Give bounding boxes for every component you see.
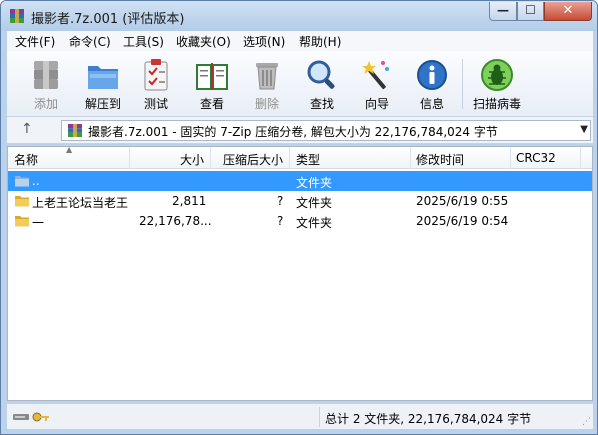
find-button[interactable]: 查找 — [297, 55, 347, 113]
column-type[interactable]: 类型 — [296, 151, 320, 168]
test-label: 测试 — [143, 97, 168, 111]
status-bar: 总计 2 文件夹, 22,176,784,024 字节 ⋰ — [7, 403, 593, 429]
magic-wand-icon — [362, 61, 389, 90]
up-folder-icon[interactable]: ↑ — [21, 121, 33, 137]
row-type: 文件夹 — [296, 196, 333, 210]
resize-grip-icon[interactable]: ⋰ — [582, 417, 591, 427]
status-divider — [319, 407, 320, 427]
menu-help[interactable]: 帮助(H) — [297, 33, 343, 50]
bug-scan-icon — [481, 59, 513, 91]
wizard-label: 向导 — [364, 97, 389, 111]
drive-key-icon[interactable] — [11, 409, 51, 425]
column-header: 名称 ▲ 大小 压缩后大小 类型 修改时间 CRC32 — [8, 145, 592, 169]
row-size: 22,176,78... — [139, 214, 212, 228]
column-divider — [410, 147, 411, 169]
view-button[interactable]: 查看 — [187, 55, 237, 113]
table-row[interactable]: .. 文件夹 — [8, 171, 592, 191]
row-type: 文件夹 — [296, 176, 333, 190]
menu-commands[interactable]: 命令(C) — [67, 33, 113, 50]
menu-tools[interactable]: 工具(S) — [121, 33, 166, 50]
winrar-app-icon[interactable] — [9, 8, 25, 24]
row-type: 文件夹 — [296, 216, 333, 230]
sort-up-icon: ▲ — [66, 145, 73, 154]
add-label: 添加 — [33, 97, 58, 111]
row-size: 2,811 — [172, 194, 207, 208]
column-modified[interactable]: 修改时间 — [416, 151, 464, 168]
column-divider — [580, 147, 581, 169]
column-divider — [210, 147, 211, 169]
table-row[interactable]: 一 22,176,78... ? 文件夹 2025/6/19 0:54 — [8, 211, 592, 231]
window-title: 撮影者.7z.001 (评估版本) — [31, 12, 185, 27]
folder-extract-icon — [88, 66, 118, 89]
virus-scan-button[interactable]: 扫描病毒 — [472, 55, 522, 113]
menu-file[interactable]: 文件(F) — [13, 33, 57, 50]
row-modified: 2025/6/19 0:54 — [416, 214, 509, 228]
view-label: 查看 — [199, 97, 224, 111]
folder-icon — [15, 196, 29, 207]
maximize-icon: ☐ — [525, 3, 536, 17]
checklist-icon — [144, 59, 168, 91]
close-icon: ✕ — [562, 3, 574, 18]
app-window: 撮影者.7z.001 (评估版本) — ☐ ✕ 文件(F) 命令(C) 工具(S… — [0, 0, 598, 435]
open-book-icon — [196, 63, 228, 90]
delete-label: 删除 — [254, 97, 279, 111]
folder-icon — [15, 216, 29, 227]
archive-add-icon — [34, 61, 58, 89]
maximize-button[interactable]: ☐ — [517, 2, 544, 21]
chevron-down-icon[interactable]: ▼ — [580, 124, 588, 135]
extract-label: 解压到 — [84, 97, 121, 111]
row-modified: 2025/6/19 0:55 — [416, 194, 509, 208]
virus-scan-label: 扫描病毒 — [472, 97, 521, 111]
column-divider — [289, 147, 290, 169]
toolbar-separator — [462, 59, 463, 109]
archive-icon — [68, 124, 82, 137]
info-button[interactable]: 信息 — [407, 55, 457, 113]
menu-favorites[interactable]: 收藏夹(O) — [174, 33, 233, 50]
column-divider — [510, 147, 511, 169]
column-name[interactable]: 名称 — [14, 151, 38, 168]
minimize-icon: — — [497, 3, 509, 17]
add-button[interactable]: 添加 — [21, 55, 71, 113]
minimize-button[interactable]: — — [489, 2, 517, 21]
magnifier-icon — [307, 60, 335, 89]
row-packed: ? — [277, 214, 284, 228]
row-name: 上老王论坛当老王 — [32, 196, 129, 210]
find-label: 查找 — [309, 97, 334, 111]
status-summary: 总计 2 文件夹, 22,176,784,024 字节 — [325, 412, 532, 426]
extract-button[interactable]: 解压到 — [78, 55, 128, 113]
address-bar: ↑ 撮影者.7z.001 - 固实的 7-Zip 压缩分卷, 解包大小为 22,… — [7, 117, 593, 144]
menu-bar: 文件(F) 命令(C) 工具(S) 收藏夹(O) 选项(N) 帮助(H) — [7, 31, 593, 51]
info-icon — [417, 60, 447, 90]
column-divider — [129, 147, 130, 169]
archive-path: 撮影者.7z.001 - 固实的 7-Zip 压缩分卷, 解包大小为 22,17… — [88, 125, 498, 139]
test-button[interactable]: 测试 — [131, 55, 181, 113]
column-size[interactable]: 大小 — [180, 151, 204, 168]
row-name: 一 — [32, 216, 45, 230]
parent-folder-icon — [15, 176, 29, 187]
table-row[interactable]: 上老王论坛当老王 2,811 ? 文件夹 2025/6/19 0:55 — [8, 191, 592, 211]
delete-button[interactable]: 删除 — [242, 55, 292, 113]
column-crc[interactable]: CRC32 — [516, 151, 556, 165]
column-packed[interactable]: 压缩后大小 — [223, 151, 283, 168]
title-bar[interactable]: 撮影者.7z.001 (评估版本) — ☐ ✕ — [1, 1, 597, 31]
menu-options[interactable]: 选项(N) — [241, 33, 287, 50]
toolbar: 添加 解压到 测试 查看 删除 查找 向导 信息 扫描病毒 — [7, 51, 593, 117]
info-label: 信息 — [419, 97, 444, 111]
row-packed: ? — [277, 194, 284, 208]
wizard-button[interactable]: 向导 — [352, 55, 402, 113]
file-list[interactable]: 名称 ▲ 大小 压缩后大小 类型 修改时间 CRC32 .. 文件夹 上老王论坛… — [7, 145, 593, 401]
close-button[interactable]: ✕ — [544, 2, 592, 21]
trash-bin-icon — [256, 63, 278, 90]
row-name: .. — [32, 174, 40, 188]
path-combobox[interactable]: 撮影者.7z.001 - 固实的 7-Zip 压缩分卷, 解包大小为 22,17… — [61, 120, 591, 141]
